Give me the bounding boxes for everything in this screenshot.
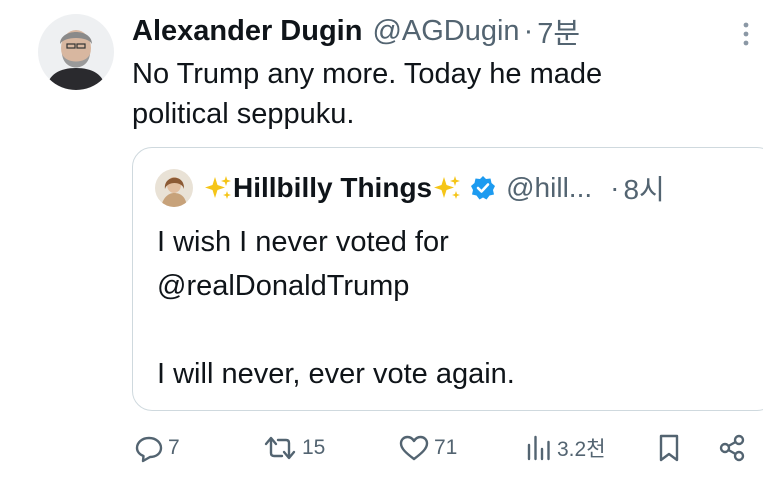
author-avatar[interactable] bbox=[38, 14, 114, 90]
reply-count: 7 bbox=[168, 436, 180, 459]
sparkles-icon bbox=[203, 173, 233, 203]
tweet-text: No Trump any more. Today he made politic… bbox=[132, 58, 603, 130]
tweet-header: Alexander Dugin @AGDugin · 7분 bbox=[132, 10, 580, 52]
share-button[interactable] bbox=[717, 426, 747, 470]
author-name[interactable]: Alexander Dugin bbox=[132, 15, 362, 48]
quoted-tweet-text: I wish I never voted for @realDonaldTrum… bbox=[157, 226, 515, 390]
author-handle[interactable]: @AGDugin bbox=[372, 15, 519, 48]
tweet-action-bar: 7 15 71 3.2천 bbox=[0, 426, 763, 470]
quoted-tweet-timestamp[interactable]: 8시 bbox=[623, 168, 664, 208]
retweet-count: 15 bbox=[302, 436, 326, 459]
avatar-image bbox=[38, 14, 114, 90]
quoted-author-avatar[interactable] bbox=[155, 169, 193, 207]
views-button[interactable]: 3.2천 bbox=[525, 426, 606, 470]
quoted-tweet-card[interactable]: Hillbilly Things @hill... · 8시 I wish I … bbox=[132, 147, 763, 411]
views-chart-icon bbox=[527, 435, 550, 461]
retweet-button[interactable]: 15 bbox=[262, 426, 325, 470]
heart-icon bbox=[399, 435, 429, 461]
tweet-timestamp[interactable]: 7분 bbox=[537, 10, 580, 52]
bookmark-button[interactable] bbox=[656, 426, 682, 470]
quoted-tweet-header: Hillbilly Things @hill... · 8시 bbox=[155, 168, 665, 208]
reply-button[interactable]: 7 bbox=[134, 426, 180, 470]
verified-badge-icon bbox=[470, 175, 496, 201]
like-button[interactable]: 71 bbox=[398, 426, 457, 470]
quoted-author-name[interactable]: Hillbilly Things bbox=[233, 172, 432, 204]
sparkles-icon bbox=[432, 173, 462, 203]
quoted-author-handle[interactable]: @hill... bbox=[506, 172, 592, 204]
like-count: 71 bbox=[434, 436, 458, 459]
bookmark-icon bbox=[659, 434, 679, 462]
more-options-icon[interactable] bbox=[735, 20, 757, 48]
views-count: 3.2천 bbox=[557, 438, 606, 461]
header-separator: · bbox=[523, 14, 534, 47]
share-icon bbox=[719, 434, 745, 462]
retweet-icon bbox=[264, 436, 296, 460]
reply-icon bbox=[135, 436, 163, 463]
quoted-header-separator: · bbox=[610, 172, 620, 203]
